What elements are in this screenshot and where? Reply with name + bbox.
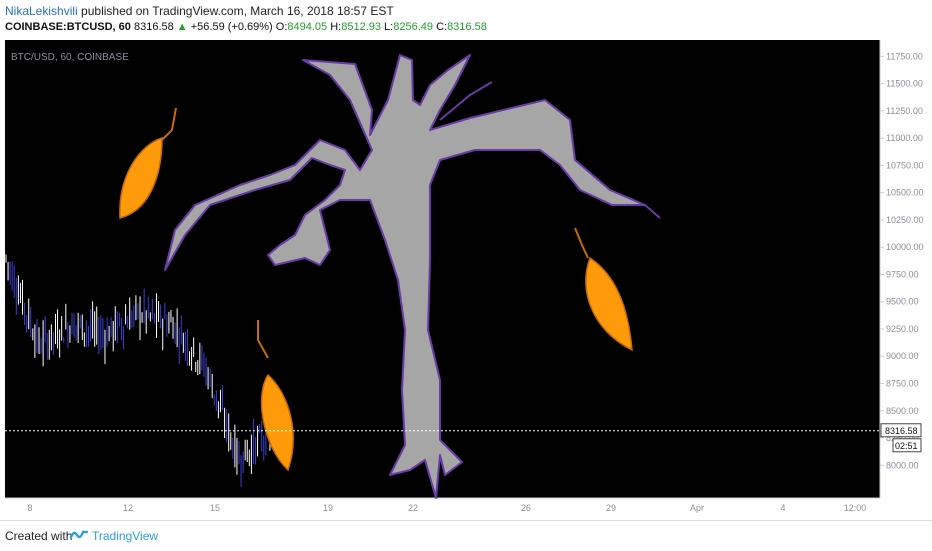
x-tick-label: Apr bbox=[690, 503, 704, 513]
x-tick-label: 22 bbox=[408, 503, 418, 513]
y-tick-label: 8500.00 bbox=[886, 406, 919, 416]
y-tick-label: 11500.00 bbox=[886, 79, 923, 89]
last-price-label: 8316.58 bbox=[885, 426, 918, 436]
plot-area[interactable] bbox=[5, 40, 880, 498]
y-tick-label: 9750.00 bbox=[886, 269, 919, 279]
footer: Created with TradingView bbox=[0, 520, 932, 551]
x-tick-label: 8 bbox=[27, 503, 32, 513]
chart-watermark: BTC/USD, 60, COINBASE bbox=[11, 52, 129, 63]
y-tick-label: 10000.00 bbox=[886, 242, 924, 252]
y-tick-label: 8000.00 bbox=[886, 460, 919, 470]
x-tick-label: 12 bbox=[123, 503, 133, 513]
y-tick-label: 10500.00 bbox=[886, 188, 924, 198]
y-tick-label: 9000.00 bbox=[886, 351, 919, 361]
created-with-text: Created with bbox=[5, 529, 73, 543]
x-tick-label: 12:00 bbox=[844, 503, 867, 513]
y-tick-label: 10750.00 bbox=[886, 160, 924, 170]
y-tick-label: 9250.00 bbox=[886, 324, 919, 334]
x-tick-label: 4 bbox=[780, 503, 785, 513]
y-tick-label: 11000.00 bbox=[886, 133, 923, 143]
tradingview-logo-icon[interactable] bbox=[70, 527, 88, 541]
x-tick-label: 15 bbox=[210, 503, 220, 513]
countdown-label: 02:51 bbox=[895, 441, 918, 451]
y-tick-label: 9500.00 bbox=[886, 297, 919, 307]
time-axis[interactable] bbox=[5, 498, 880, 518]
x-tick-label: 19 bbox=[323, 503, 333, 513]
y-tick-label: 11250.00 bbox=[886, 106, 923, 116]
x-tick-label: 29 bbox=[606, 503, 616, 513]
tradingview-brand-link[interactable]: TradingView bbox=[92, 529, 158, 543]
y-tick-label: 11750.00 bbox=[886, 51, 923, 61]
price-chart[interactable]: BTC/USD, 60, COINBASE 8000.008250.008500… bbox=[0, 0, 932, 520]
y-tick-label: 10250.00 bbox=[886, 215, 924, 225]
x-tick-label: 26 bbox=[521, 503, 531, 513]
y-tick-label: 8750.00 bbox=[886, 379, 919, 389]
